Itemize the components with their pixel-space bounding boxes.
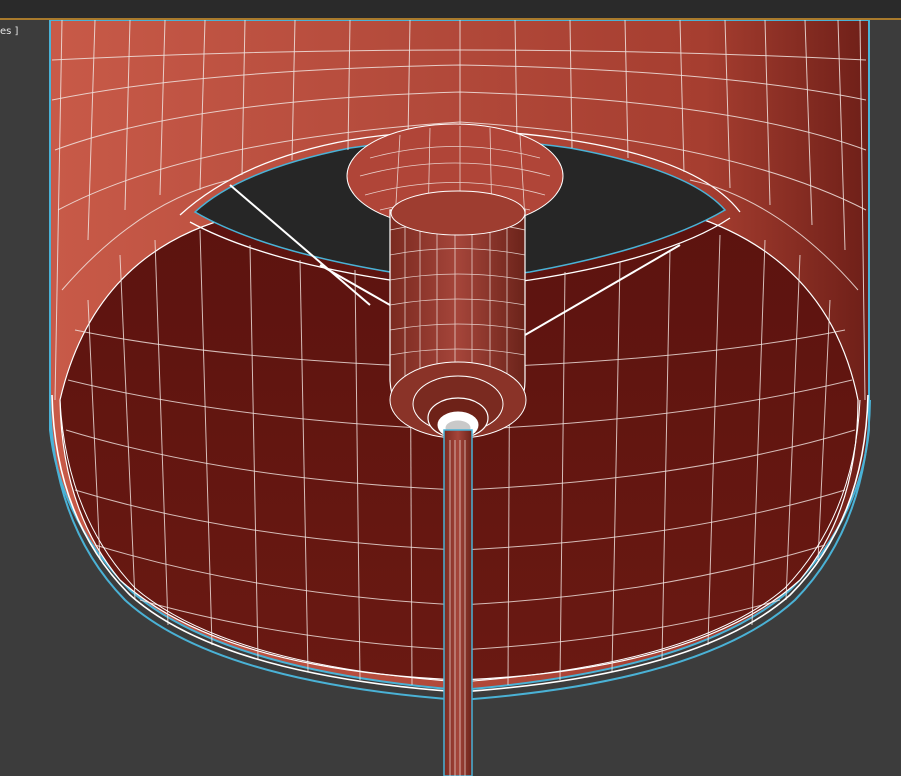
lamp-wireframe-scene[interactable] [0,20,901,776]
viewport-label[interactable]: es ] [0,25,20,39]
perspective-viewport[interactable]: es ] [0,20,901,776]
viewport-label-text[interactable]: es ] [0,26,18,37]
viewport-title-bar [0,0,901,20]
lamp-rod [443,429,473,776]
app-window: es ] [0,0,901,776]
